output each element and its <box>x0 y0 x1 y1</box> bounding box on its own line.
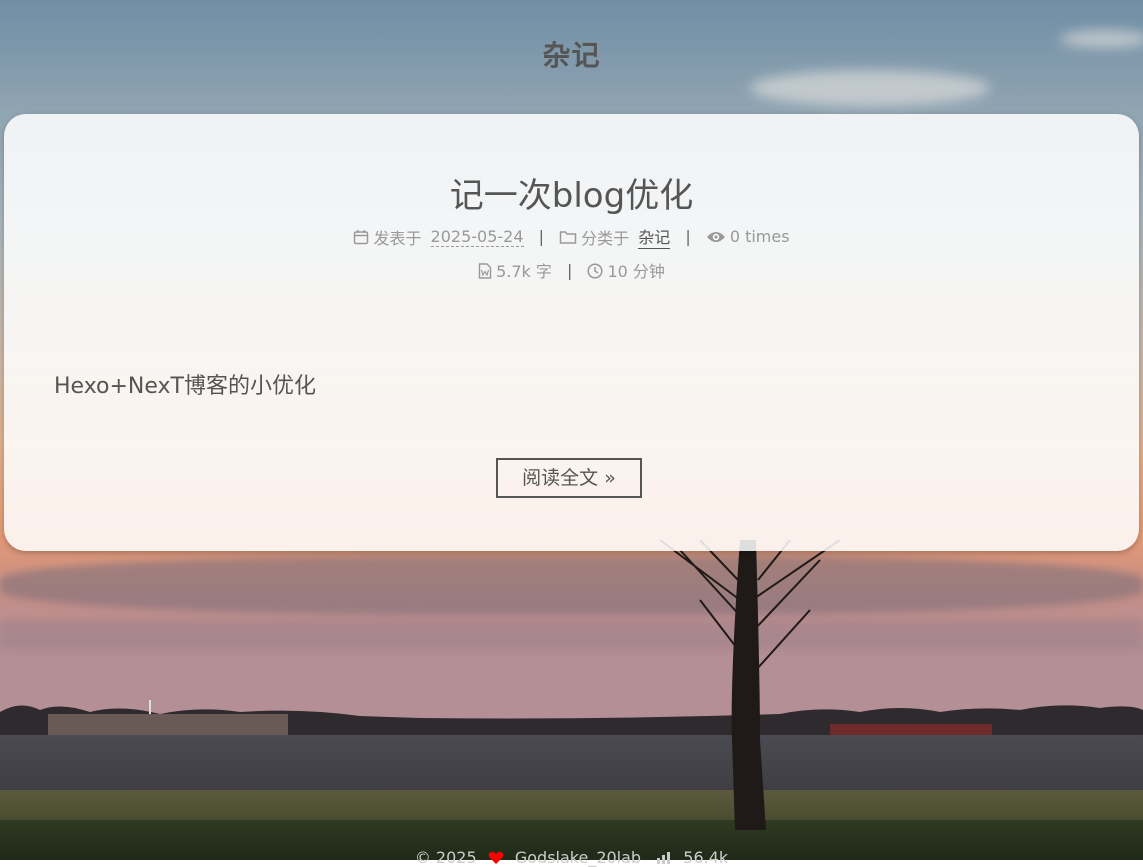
field <box>0 735 1143 790</box>
post-meta: 发表于 2025-05-24 | 分类于 杂记 | 0 times <box>0 224 1143 249</box>
site-title[interactable]: 杂记 <box>0 34 1143 74</box>
copyright: © 2025 <box>414 848 477 867</box>
tree <box>659 540 841 830</box>
field <box>0 790 1143 820</box>
post-excerpt: Hexo+NexT博客的小优化 <box>54 374 316 399</box>
category-link[interactable]: 杂记 <box>638 224 671 249</box>
read-more-button[interactable]: 阅读全文 » <box>496 458 642 498</box>
separator: | <box>566 260 573 280</box>
separator: | <box>538 227 545 246</box>
eye-icon <box>706 227 730 246</box>
post-date: 2025-05-24 <box>430 226 524 247</box>
read-time: 10 分钟 <box>607 262 665 281</box>
cloud-band <box>0 620 1143 650</box>
category-label: 分类于 <box>581 228 630 248</box>
chart-icon <box>656 848 677 867</box>
post-stats: 5.7k 字 | 10 分钟 <box>0 258 1143 282</box>
file-word-icon <box>478 261 496 280</box>
cloud-band <box>0 555 1143 615</box>
cloud <box>750 70 990 106</box>
view-count: 0 times <box>729 227 790 246</box>
footer-author: Godslake_20lab <box>514 848 642 867</box>
post-title[interactable]: 记一次blog优化 <box>0 168 1143 217</box>
total-words: 56.4k <box>683 848 729 867</box>
word-count: 5.7k 字 <box>496 262 552 281</box>
clock-icon <box>587 261 607 280</box>
calendar-icon <box>353 227 373 246</box>
footer: © 2025 Godslake_20lab 56.4k <box>0 848 1143 867</box>
folder-icon <box>559 227 581 246</box>
posted-label: 发表于 <box>373 228 422 248</box>
treeline <box>0 700 1143 740</box>
heart-icon <box>488 848 509 867</box>
separator: | <box>685 227 691 246</box>
